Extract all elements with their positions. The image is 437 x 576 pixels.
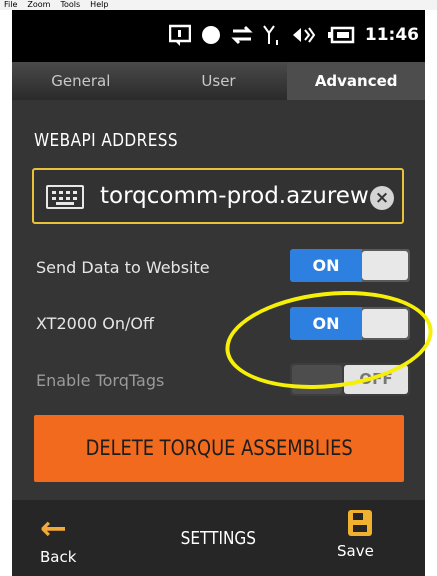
menu-zoom[interactable]: Zoom xyxy=(27,0,50,9)
record-icon xyxy=(201,26,220,44)
menu-tools[interactable]: Tools xyxy=(60,0,80,9)
bottom-app-bar: ← Back SETTINGS Save xyxy=(12,500,425,576)
webapi-address-field[interactable]: torqcomm-prod.azurew × xyxy=(32,168,404,224)
webapi-address-value[interactable]: torqcomm-prod.azurew xyxy=(100,183,380,209)
send-data-label: Send Data to Website xyxy=(36,258,210,277)
tab-user[interactable]: User xyxy=(149,62,288,100)
save-icon[interactable] xyxy=(348,510,372,536)
enable-torqtags-label: Enable TorqTags xyxy=(36,371,165,390)
emulator-menu-bar: File Zoom Tools Help xyxy=(0,0,437,10)
keyboard-icon[interactable] xyxy=(46,185,84,209)
send-data-toggle[interactable]: ON xyxy=(290,249,410,282)
clear-icon[interactable]: × xyxy=(370,186,394,210)
battery-icon xyxy=(327,26,355,44)
status-bar: 11:46 xyxy=(12,10,425,62)
notification-icon xyxy=(168,24,191,46)
toggle-state: ON xyxy=(290,249,362,282)
screen-title-text: SETTINGS xyxy=(180,528,257,549)
menu-file[interactable]: File xyxy=(4,0,17,9)
settings-tabs: General User Advanced xyxy=(12,62,425,100)
back-button-label[interactable]: Back xyxy=(40,548,76,566)
signal-icon xyxy=(263,25,278,45)
tab-advanced[interactable]: Advanced xyxy=(287,62,425,100)
toggle-knob xyxy=(362,251,408,280)
data-transfer-icon xyxy=(231,25,253,45)
status-time: 11:46 xyxy=(364,25,419,45)
save-button-label[interactable]: Save xyxy=(337,542,374,560)
volume-icon xyxy=(292,27,316,43)
xt2000-label: XT2000 On/Off xyxy=(36,314,154,333)
menu-help[interactable]: Help xyxy=(90,0,108,9)
webapi-address-title: WEBAPI ADDRESS xyxy=(34,130,179,151)
tab-general[interactable]: General xyxy=(12,62,150,100)
delete-torque-assemblies-button[interactable]: DELETE TORQUE ASSEMBLIES xyxy=(34,415,404,482)
delete-button-label: DELETE TORQUE ASSEMBLIES xyxy=(85,436,353,460)
